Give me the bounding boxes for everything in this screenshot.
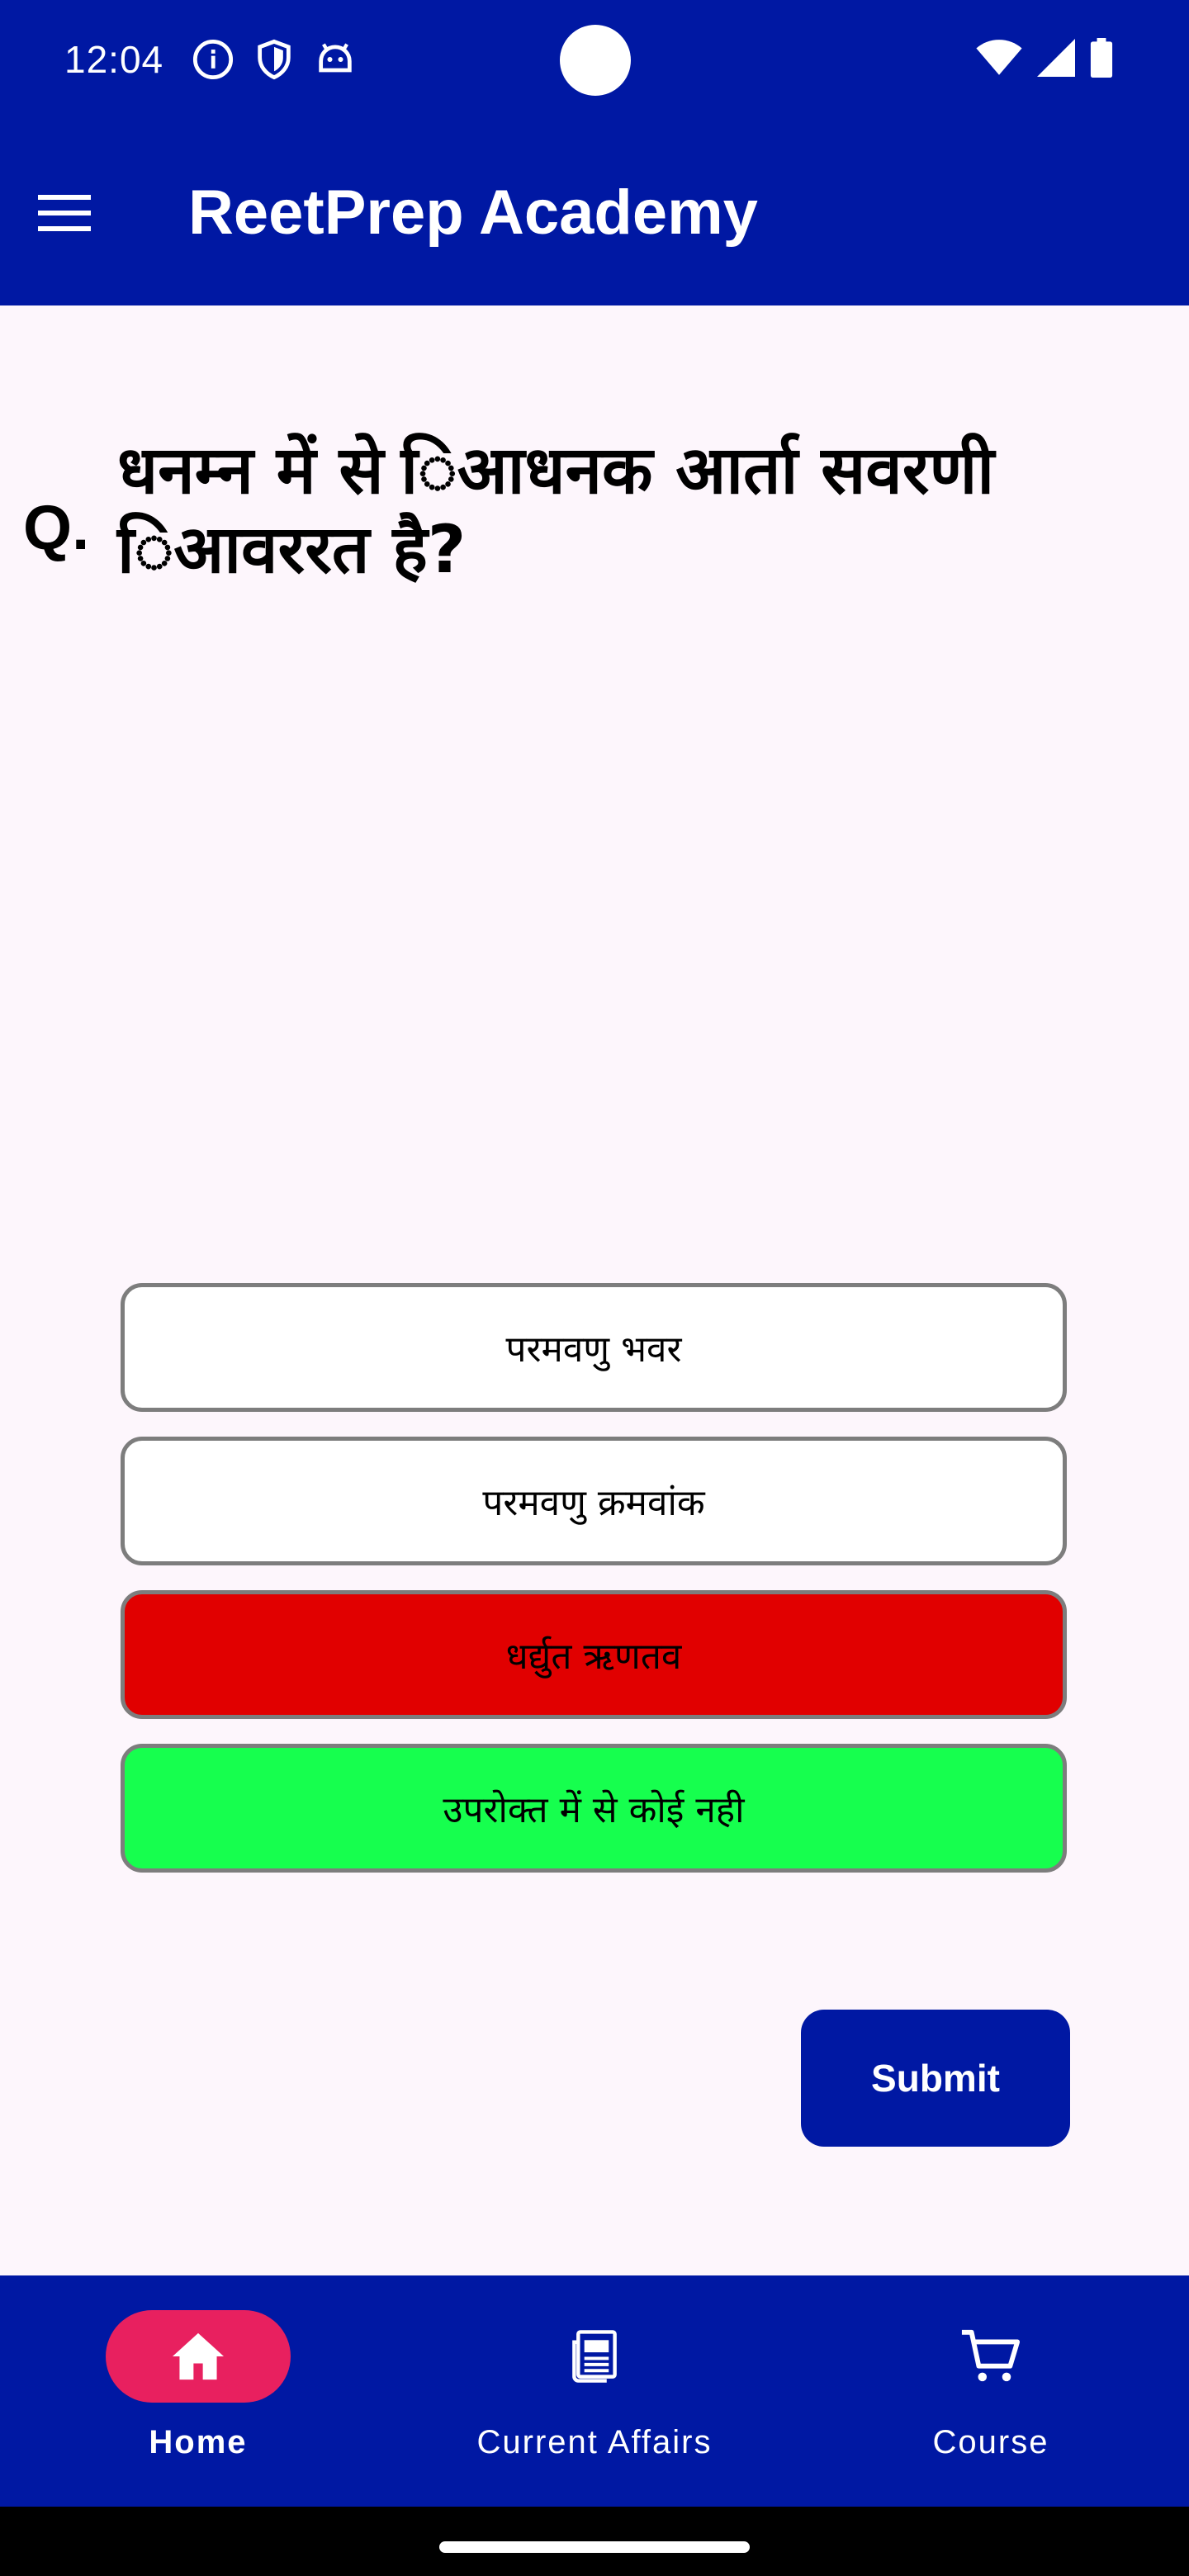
bottom-nav: Home Current Affairs Course xyxy=(0,2275,1189,2507)
hamburger-menu-icon xyxy=(38,195,91,231)
option-3-wrong[interactable]: धर्द्युत ऋणतव xyxy=(121,1590,1067,1719)
option-2[interactable]: परमवणु क्रमवांक xyxy=(121,1437,1067,1565)
nav-label-home: Home xyxy=(149,2424,248,2460)
status-icons-left xyxy=(192,38,357,84)
android-icon xyxy=(319,43,352,73)
nav-icon-wrap xyxy=(502,2310,687,2403)
question-prefix: Q. xyxy=(23,493,90,563)
nav-item-current-affairs[interactable]: Current Affairs xyxy=(396,2275,793,2507)
option-1[interactable]: परमवणु भवर xyxy=(121,1283,1067,1412)
nav-label-current-affairs: Current Affairs xyxy=(476,2424,713,2460)
status-bar: 12:04 xyxy=(0,0,1189,122)
battery-icon xyxy=(1090,38,1113,78)
newspaper-icon xyxy=(572,2330,617,2383)
app-bar: ReetPrep Academy xyxy=(0,122,1189,305)
app-title: ReetPrep Academy xyxy=(188,178,758,248)
info-icon xyxy=(192,39,234,80)
option-4-correct[interactable]: उपरोक्त में से कोई नही xyxy=(121,1744,1067,1873)
gesture-bar xyxy=(0,2507,1189,2576)
shield-icon xyxy=(258,39,291,80)
nav-item-course[interactable]: Course xyxy=(793,2275,1189,2507)
option-label: परमवणु भवर xyxy=(505,1328,682,1371)
status-time: 12:04 xyxy=(64,38,164,81)
menu-button[interactable] xyxy=(33,182,96,244)
nav-item-home[interactable]: Home xyxy=(0,2275,396,2507)
option-label: उपरोक्त में से कोई नही xyxy=(443,1789,745,1831)
nav-icon-wrap xyxy=(898,2310,1083,2403)
signal-icon xyxy=(1037,39,1075,77)
question-text: धनम्न में से िआधनक आर्ता सवरणी िआवररत है… xyxy=(117,432,995,588)
submit-button[interactable]: Submit xyxy=(801,2010,1070,2147)
wifi-icon xyxy=(976,40,1022,75)
home-icon xyxy=(173,2332,224,2380)
option-label: धर्द्युत ऋणतव xyxy=(505,1636,682,1678)
nav-indicator xyxy=(106,2310,291,2403)
option-label: परमवणु क्रमवांक xyxy=(482,1482,705,1524)
camera-cutout xyxy=(560,25,631,96)
cart-icon xyxy=(961,2329,1021,2382)
status-icons-right xyxy=(976,38,1113,78)
gesture-handle[interactable] xyxy=(439,2541,750,2553)
nav-label-course: Course xyxy=(932,2424,1049,2460)
